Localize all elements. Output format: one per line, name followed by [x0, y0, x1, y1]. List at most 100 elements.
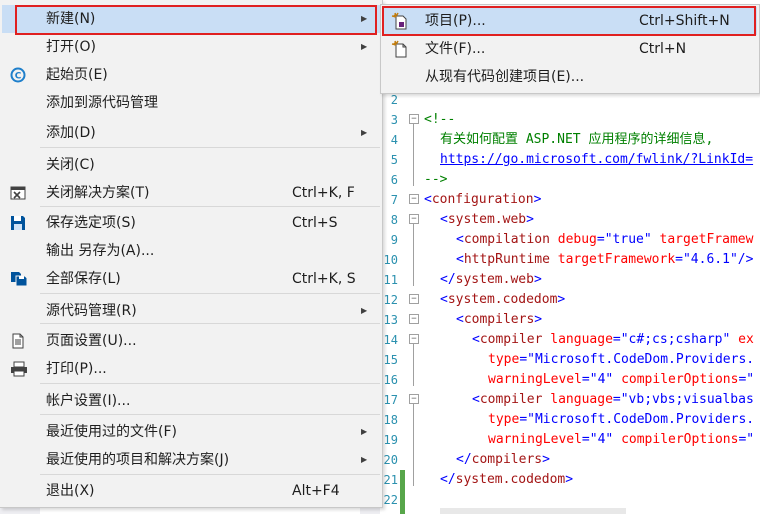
code-line[interactable]: <compiler language="c#;cs;csharp" ex [472, 330, 754, 350]
start-page-icon: C [10, 67, 28, 83]
fold-guide [413, 344, 414, 386]
xml-value: "4" [589, 372, 614, 387]
fold-guide [413, 404, 414, 486]
menu-item-shortcut: Ctrl+K, F [292, 185, 355, 201]
code-line[interactable]: <system.codedom> [440, 290, 565, 310]
code-line[interactable]: <compilers> [456, 310, 542, 330]
menu-item-label: 添加到源代码管理 [46, 95, 158, 111]
submenu-item-shortcut: Ctrl+N [639, 41, 687, 57]
code-line[interactable]: <system.web> [440, 210, 534, 230]
code-line[interactable]: </system.codedom> [440, 470, 573, 490]
highlight-outline [382, 6, 756, 36]
menu-item-label: 关闭解决方案(T) [46, 185, 150, 201]
submenu-arrow-icon: ▶ [361, 427, 368, 436]
menu-item-source-control[interactable]: 源代码管理(R) ▶ [2, 297, 380, 325]
xml-tag: compilers [471, 452, 543, 467]
menu-item-save-selected[interactable]: 保存选定项(S) Ctrl+S [2, 209, 380, 237]
fold-toggle-icon[interactable]: − [409, 334, 419, 344]
xml-attr: compilerOptions [621, 372, 739, 387]
menu-item-label: 帐户设置(I)... [46, 393, 131, 409]
file-menu: 新建(N) ▶ 打开(O) ▶ C 起始页(E) 添加到源代码管理 添加(D) ▶ 关闭(C) 关闭… [0, 0, 383, 508]
menu-item-label: 退出(X) [46, 483, 95, 499]
code-line[interactable]: </compilers> [456, 450, 550, 470]
fold-toggle-icon[interactable]: − [409, 114, 419, 124]
code-line[interactable]: --> [424, 170, 447, 190]
code-line[interactable]: </system.web> [440, 270, 542, 290]
menu-separator [40, 293, 380, 294]
xml-tag: system.codedom [447, 292, 558, 307]
menu-item-open[interactable]: 打开(O) ▶ [2, 33, 380, 61]
fold-toggle-icon[interactable]: − [409, 194, 419, 204]
code-line[interactable]: <!-- [424, 110, 455, 130]
xml-tag: httpRuntime [463, 252, 550, 267]
menu-item-label: 源代码管理(R) [46, 303, 137, 319]
fold-toggle-icon[interactable]: − [409, 314, 419, 324]
menu-item-start-page[interactable]: C 起始页(E) [2, 61, 380, 89]
xml-attr: targetFramework [557, 252, 676, 267]
code-line[interactable]: warningLevel="4" compilerOptions=" [488, 430, 754, 450]
fold-toggle-icon[interactable]: − [409, 394, 419, 404]
menu-item-recent-files[interactable]: 最近使用过的文件(F) ▶ [2, 418, 380, 446]
menu-item-add[interactable]: 添加(D) ▶ [2, 119, 380, 147]
submenu-item-label: 从现有代码创建项目(E)... [425, 69, 585, 85]
fold-guide [413, 124, 414, 186]
xml-value: "Microsoft.CodeDom.Providers. [527, 352, 755, 367]
save-all-icon [10, 271, 28, 287]
menu-item-label: 最近使用的项目和解决方案(J) [46, 452, 230, 468]
svg-text:C: C [15, 72, 22, 82]
xml-tag: system.codedom [455, 472, 566, 487]
menu-separator [40, 323, 380, 324]
menu-separator [40, 206, 380, 207]
menu-item-page-setup[interactable]: 页面设置(U)... [2, 327, 380, 355]
fold-guide [413, 224, 414, 286]
xml-attr: type [488, 412, 520, 427]
xml-value: "c#;cs;csharp" [620, 332, 731, 347]
code-line[interactable]: 有关如何配置 ASP.NET 应用程序的详细信息, [440, 130, 713, 150]
new-file-icon [391, 40, 409, 58]
menu-item-label: 保存选定项(S) [46, 215, 136, 231]
code-line[interactable]: warningLevel="4" compilerOptions=" [488, 370, 754, 390]
menu-item-save-all[interactable]: 全部保存(L) Ctrl+K, S [2, 265, 380, 293]
xml-value: " [746, 372, 755, 387]
submenu-item-project-from-existing-code[interactable]: 从现有代码创建项目(E)... [383, 63, 757, 91]
xml-value: "vb;vbs;visualbas [620, 392, 754, 407]
xml-attr: warningLevel [488, 372, 582, 387]
menu-item-close[interactable]: 关闭(C) [2, 151, 380, 179]
menu-item-label: 全部保存(L) [46, 271, 121, 287]
change-indicator [400, 470, 405, 514]
submenu-item-file[interactable]: 文件(F)... Ctrl+N [383, 35, 757, 63]
code-line[interactable]: <compilation debug="true" targetFramew [456, 230, 753, 250]
code-line[interactable]: <httpRuntime targetFramework="4.6.1"/> [456, 250, 753, 270]
code-line[interactable]: https://go.microsoft.com/fwlink/?LinkId= [440, 150, 753, 170]
code-line[interactable]: type="Microsoft.CodeDom.Providers. [488, 350, 754, 370]
menu-item-close-solution[interactable]: 关闭解决方案(T) Ctrl+K, F [2, 179, 380, 207]
comment-text: --> [424, 172, 448, 187]
xml-attr: compilerOptions [621, 432, 739, 447]
xml-tag: compiler [479, 392, 543, 407]
code-line[interactable]: type="Microsoft.CodeDom.Providers. [488, 410, 754, 430]
close-solution-icon [10, 185, 28, 201]
menu-item-label: 输出 另存为(A)... [46, 243, 155, 259]
xml-value: "4.6.1" [682, 252, 738, 267]
xml-attr: debug [557, 232, 597, 247]
submenu-arrow-icon: ▶ [361, 128, 368, 137]
menu-item-label: 起始页(E) [46, 67, 108, 83]
menu-item-label: 添加(D) [46, 125, 96, 141]
code-line[interactable]: <compiler language="vb;vbs;visualbas [472, 390, 754, 410]
menu-item-shortcut: Ctrl+S [292, 215, 338, 231]
xml-value: "Microsoft.CodeDom.Providers. [527, 412, 755, 427]
code-line[interactable]: <configuration> [424, 190, 541, 210]
menu-item-recent-projects[interactable]: 最近使用的项目和解决方案(J) ▶ [2, 446, 380, 474]
fold-toggle-icon[interactable]: − [409, 214, 419, 224]
menu-item-label: 最近使用过的文件(F) [46, 424, 177, 440]
menu-item-label: 打印(P)... [46, 361, 107, 377]
fold-toggle-icon[interactable]: − [409, 294, 419, 304]
menu-separator [40, 383, 380, 384]
menu-item-add-to-source-control[interactable]: 添加到源代码管理 [2, 89, 380, 117]
menu-item-print[interactable]: 打印(P)... [2, 355, 380, 383]
menu-item-account-settings[interactable]: 帐户设置(I)... [2, 387, 380, 415]
comment-link[interactable]: https://go.microsoft.com/fwlink/?LinkId= [440, 152, 753, 167]
xml-tag: system.web [447, 212, 527, 227]
menu-item-save-output-as[interactable]: 输出 另存为(A)... [2, 237, 380, 265]
menu-item-exit[interactable]: 退出(X) Alt+F4 [2, 477, 380, 505]
